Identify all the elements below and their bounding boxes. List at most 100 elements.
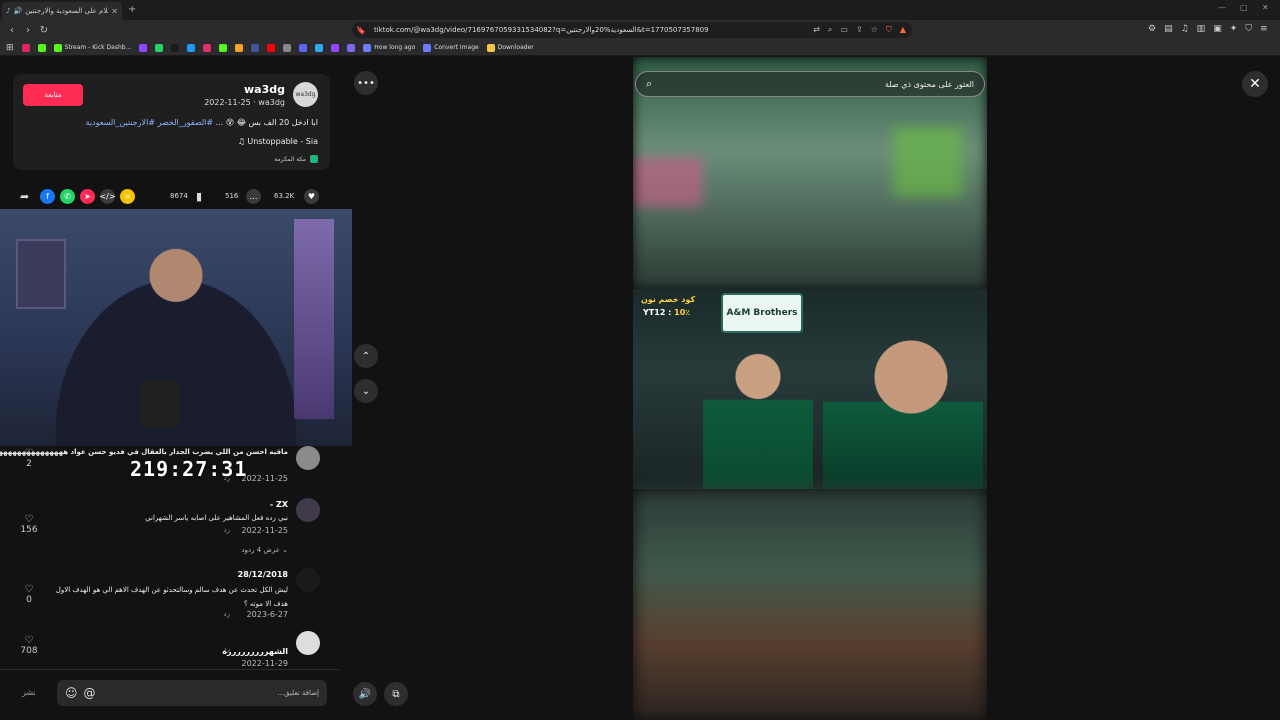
comment-author[interactable]: ZX - bbox=[270, 500, 288, 509]
heart-icon[interactable]: ♡ bbox=[20, 448, 38, 459]
bookmark-item[interactable] bbox=[299, 43, 308, 52]
bookmark-item[interactable] bbox=[235, 43, 244, 52]
bookmark-item[interactable] bbox=[251, 43, 260, 52]
author-username[interactable]: wa3dg bbox=[244, 83, 285, 96]
embed-code-icon[interactable]: </> bbox=[99, 188, 116, 204]
bookmark-item[interactable] bbox=[203, 43, 212, 52]
post-comment-button[interactable]: نشر bbox=[22, 688, 36, 697]
bookmark-item[interactable]: Convert Image bbox=[423, 43, 479, 52]
emoji-icon[interactable]: ☺ bbox=[65, 686, 78, 700]
bookmark-item[interactable] bbox=[21, 43, 30, 52]
heart-icon[interactable]: ♡ bbox=[20, 635, 38, 646]
minimize-icon[interactable]: — bbox=[1218, 3, 1226, 12]
speaker-icon[interactable]: 🔊 bbox=[13, 7, 22, 15]
coin-icon[interactable]: ¤ bbox=[120, 188, 135, 204]
comment-like[interactable]: ♡ 708 bbox=[20, 635, 38, 656]
reply-link[interactable]: رد bbox=[224, 610, 231, 618]
reply-link[interactable]: رد bbox=[224, 645, 231, 653]
previous-video-chevron-up-icon[interactable]: ⌃ bbox=[354, 344, 378, 368]
brave-shield-icon[interactable]: ⛉ bbox=[886, 25, 892, 35]
comment-input[interactable]: ☺ @ إضافة تعليق... bbox=[57, 680, 327, 706]
close-icon[interactable]: ✕ bbox=[1242, 71, 1268, 97]
heart-icon[interactable]: ♡ bbox=[20, 514, 38, 525]
wallet-icon[interactable]: ▣ bbox=[1213, 24, 1222, 34]
reply-link[interactable]: رد bbox=[224, 526, 231, 534]
comment-icon[interactable]: … bbox=[246, 188, 261, 204]
comment-avatar[interactable] bbox=[296, 446, 320, 470]
whatsapp-share-icon[interactable]: ✆ bbox=[60, 188, 75, 204]
vpn-icon[interactable]: ⛉ bbox=[1245, 24, 1252, 34]
bookmark-item[interactable]: How long ago bbox=[363, 43, 415, 52]
zoom-icon[interactable]: ⌕ bbox=[828, 25, 832, 35]
share-arrow-icon[interactable]: ➦ bbox=[20, 188, 29, 204]
bookmark-item[interactable]: Downloader bbox=[486, 43, 534, 52]
forward-icon[interactable]: › bbox=[20, 25, 36, 36]
bookmark-item[interactable] bbox=[187, 43, 196, 52]
back-icon[interactable]: ‹ bbox=[4, 25, 20, 36]
panel-icon[interactable]: ▥ bbox=[1197, 24, 1206, 34]
bookmark-item[interactable] bbox=[37, 43, 46, 52]
more-options-icon[interactable]: ••• bbox=[354, 71, 378, 95]
mention-icon[interactable]: @ bbox=[84, 686, 96, 700]
send-share-icon[interactable]: ➤ bbox=[80, 188, 95, 204]
comment-avatar[interactable] bbox=[296, 631, 320, 655]
bookmark-item[interactable] bbox=[171, 43, 180, 52]
bookmark-item[interactable] bbox=[139, 43, 148, 52]
window-close-icon[interactable]: ✕ bbox=[1262, 3, 1269, 12]
bookmark-item[interactable] bbox=[315, 43, 324, 52]
sidebar-icon[interactable]: ▤ bbox=[1164, 24, 1173, 34]
related-search-bar[interactable]: ⌕ العثور على محتوى ذي صلة bbox=[635, 71, 985, 97]
reload-icon[interactable]: ↻ bbox=[36, 25, 52, 36]
related-search-text[interactable]: العثور على محتوى ذي صلة bbox=[660, 80, 974, 89]
translate-icon[interactable]: ⇄ bbox=[813, 25, 820, 35]
url-text[interactable]: tiktok.com/@wa3dg/video/7169767059331534… bbox=[374, 26, 805, 34]
picture-in-picture-icon[interactable]: ⧉ bbox=[384, 682, 408, 706]
comment-like[interactable]: ♡ 156 bbox=[20, 514, 38, 535]
mini-video-preview[interactable] bbox=[0, 209, 352, 446]
bookmark-item[interactable] bbox=[155, 43, 164, 52]
comment-like[interactable]: ♡ 0 bbox=[20, 584, 38, 605]
maximize-icon[interactable]: ▢ bbox=[1240, 3, 1248, 12]
bookmark-save-icon[interactable]: ▮ bbox=[196, 188, 202, 204]
next-video-chevron-down-icon[interactable]: ⌄ bbox=[354, 379, 378, 403]
star-icon[interactable]: ☆ bbox=[871, 25, 878, 35]
rewards-icon[interactable]: ▲ bbox=[900, 25, 906, 35]
leo-icon[interactable]: ✦ bbox=[1230, 24, 1238, 34]
bookmark-icon[interactable]: 🔖 bbox=[356, 26, 366, 35]
comment-like[interactable]: ♡ 2 bbox=[20, 448, 38, 469]
volume-icon[interactable]: 🔊 bbox=[353, 682, 377, 706]
share-icon[interactable]: ⇪ bbox=[856, 25, 863, 35]
music-link[interactable]: ♫ Unstoppable - Sia bbox=[238, 137, 318, 146]
menu-icon[interactable]: ≡ bbox=[1260, 24, 1268, 34]
like-heart-icon[interactable]: ♥ bbox=[304, 188, 319, 204]
bookmark-item[interactable] bbox=[331, 43, 340, 52]
tab-close-icon[interactable]: ✕ bbox=[111, 7, 118, 16]
new-tab-icon[interactable]: + bbox=[128, 4, 136, 15]
apps-icon[interactable]: ⊞ bbox=[6, 43, 14, 53]
browser-tab[interactable]: ♪ 🔊 اعلام على السعودية والارجنتين ✕ bbox=[2, 2, 122, 20]
heart-icon[interactable]: ♡ bbox=[20, 584, 38, 595]
bookmark-item[interactable] bbox=[267, 43, 276, 52]
bookmark-item[interactable] bbox=[283, 43, 292, 52]
comment-avatar[interactable] bbox=[296, 498, 320, 522]
search-icon[interactable]: ⌕ bbox=[646, 77, 652, 91]
comment-like-count: 156 bbox=[20, 525, 38, 535]
music-icon[interactable]: ♫ bbox=[1181, 24, 1189, 34]
location-tag[interactable]: مكة المكرمة bbox=[274, 155, 318, 163]
video-player[interactable]: A&M Brothers كود خصم نون YT12 : 10٪ bbox=[633, 57, 987, 720]
comment-author[interactable]: الشهررررررررره bbox=[222, 647, 288, 656]
view-replies-link[interactable]: عرض 4 ردود ⌄ bbox=[241, 546, 288, 554]
bookmark-item[interactable] bbox=[219, 43, 228, 52]
comment-author[interactable]: 28/12/2018 bbox=[238, 570, 288, 579]
comment-placeholder[interactable]: إضافة تعليق... bbox=[102, 689, 319, 697]
author-avatar[interactable]: wa3dg bbox=[293, 82, 318, 107]
extension-icon[interactable]: ⚙ bbox=[1148, 24, 1156, 34]
bookmark-item[interactable] bbox=[347, 43, 356, 52]
address-bar[interactable]: 🔖 tiktok.com/@wa3dg/video/71697670593315… bbox=[352, 22, 912, 38]
comment-avatar[interactable] bbox=[296, 568, 320, 592]
caption-hashtags[interactable]: #الصقور_الخضر #الارجنتين_السعودية bbox=[86, 118, 214, 127]
follow-button[interactable]: متابعة bbox=[23, 84, 83, 106]
facebook-share-icon[interactable]: f bbox=[40, 188, 55, 204]
screen-icon[interactable]: ▭ bbox=[840, 25, 848, 35]
bookmark-item[interactable]: Stream - Kick Dashb... bbox=[53, 43, 131, 52]
